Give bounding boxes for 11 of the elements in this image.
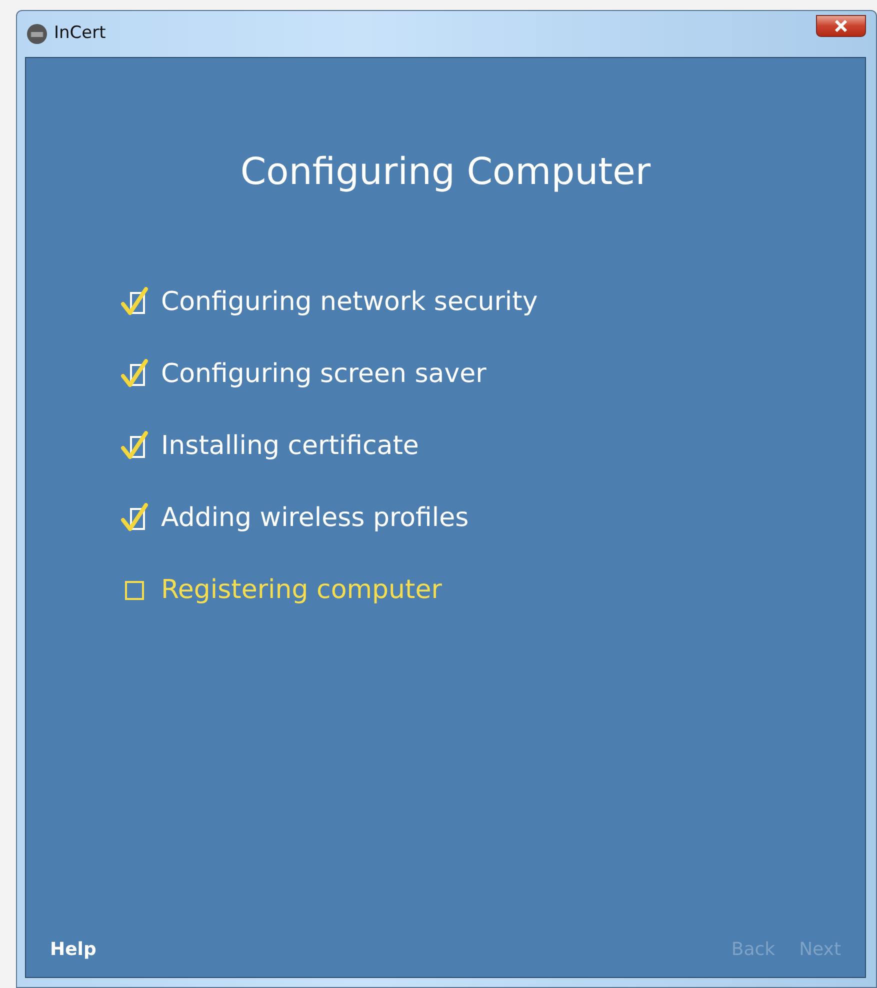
step-label: Configuring network security [161,286,538,320]
help-link[interactable]: Help [50,936,96,963]
close-icon [834,20,848,32]
step-label: Configuring screen saver [161,358,486,392]
step-label: Adding wireless profiles [161,502,469,536]
page-heading: Configuring Computer [239,150,652,194]
close-button[interactable] [816,15,866,37]
window-title: InCert [54,22,106,46]
app-icon [26,23,48,45]
step-label: Installing certificate [161,430,419,464]
step-label: Registering computer [161,574,442,608]
